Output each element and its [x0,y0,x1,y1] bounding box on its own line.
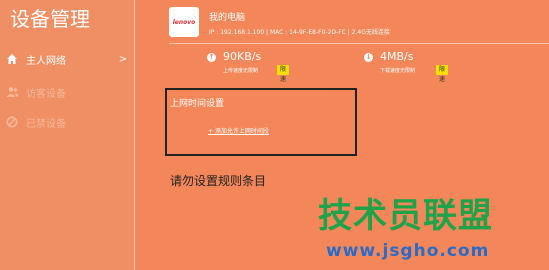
sidebar-item-label: 已禁设备 [26,118,66,130]
time-settings-title: 上网时间设置 [170,99,225,109]
brand-logo-text: lenovo [172,18,196,26]
device-brand-logo: lenovo [169,7,199,37]
upload-limit-button[interactable]: 限速 [277,65,290,83]
device-name: 我的电脑 [209,13,246,23]
sidebar-item-blocked-devices[interactable]: 已禁设备 [4,112,132,132]
divider [169,43,549,44]
block-icon [4,114,20,130]
home-icon [4,51,20,67]
sidebar-item-guest-devices[interactable]: 访客设备 [4,82,132,102]
app-title: 设备管理 [10,7,90,31]
download-speed-value: 4MB/s [380,50,414,63]
sidebar-item-label: 主人网络 [26,55,66,67]
add-time-slot-link[interactable]: + 添加允许上网时间段 [208,126,269,135]
download-limit-button[interactable]: 限速 [436,65,449,83]
users-icon [4,84,20,100]
arrow-up-icon: ↑ [207,53,216,62]
arrow-down-icon: ↓ [364,53,373,62]
device-info: IP : 192.168.1.100 | MAC : 14-9F-E8-F0-2… [209,29,390,36]
empty-rules-message: 请勿设置规则条目 [170,174,267,188]
time-settings-panel: 上网时间设置 + 添加允许上网时间段 [165,88,357,156]
sidebar-item-host-network[interactable]: 主人网络 > [4,49,132,69]
sidebar: 设备管理 主人网络 > 访客设备 已禁设备 [0,0,134,270]
chevron-right-icon: > [118,53,128,65]
watermark-url: www.jsgho.com [326,241,490,261]
upload-speed-value: 90KB/s [223,50,262,63]
download-speed-desc: 下载速度无限制 [380,68,416,74]
upload-speed-desc: 上传速度无限制 [223,68,259,74]
sidebar-item-label: 访客设备 [26,88,66,100]
watermark-title: 技术员联盟 [318,196,493,236]
